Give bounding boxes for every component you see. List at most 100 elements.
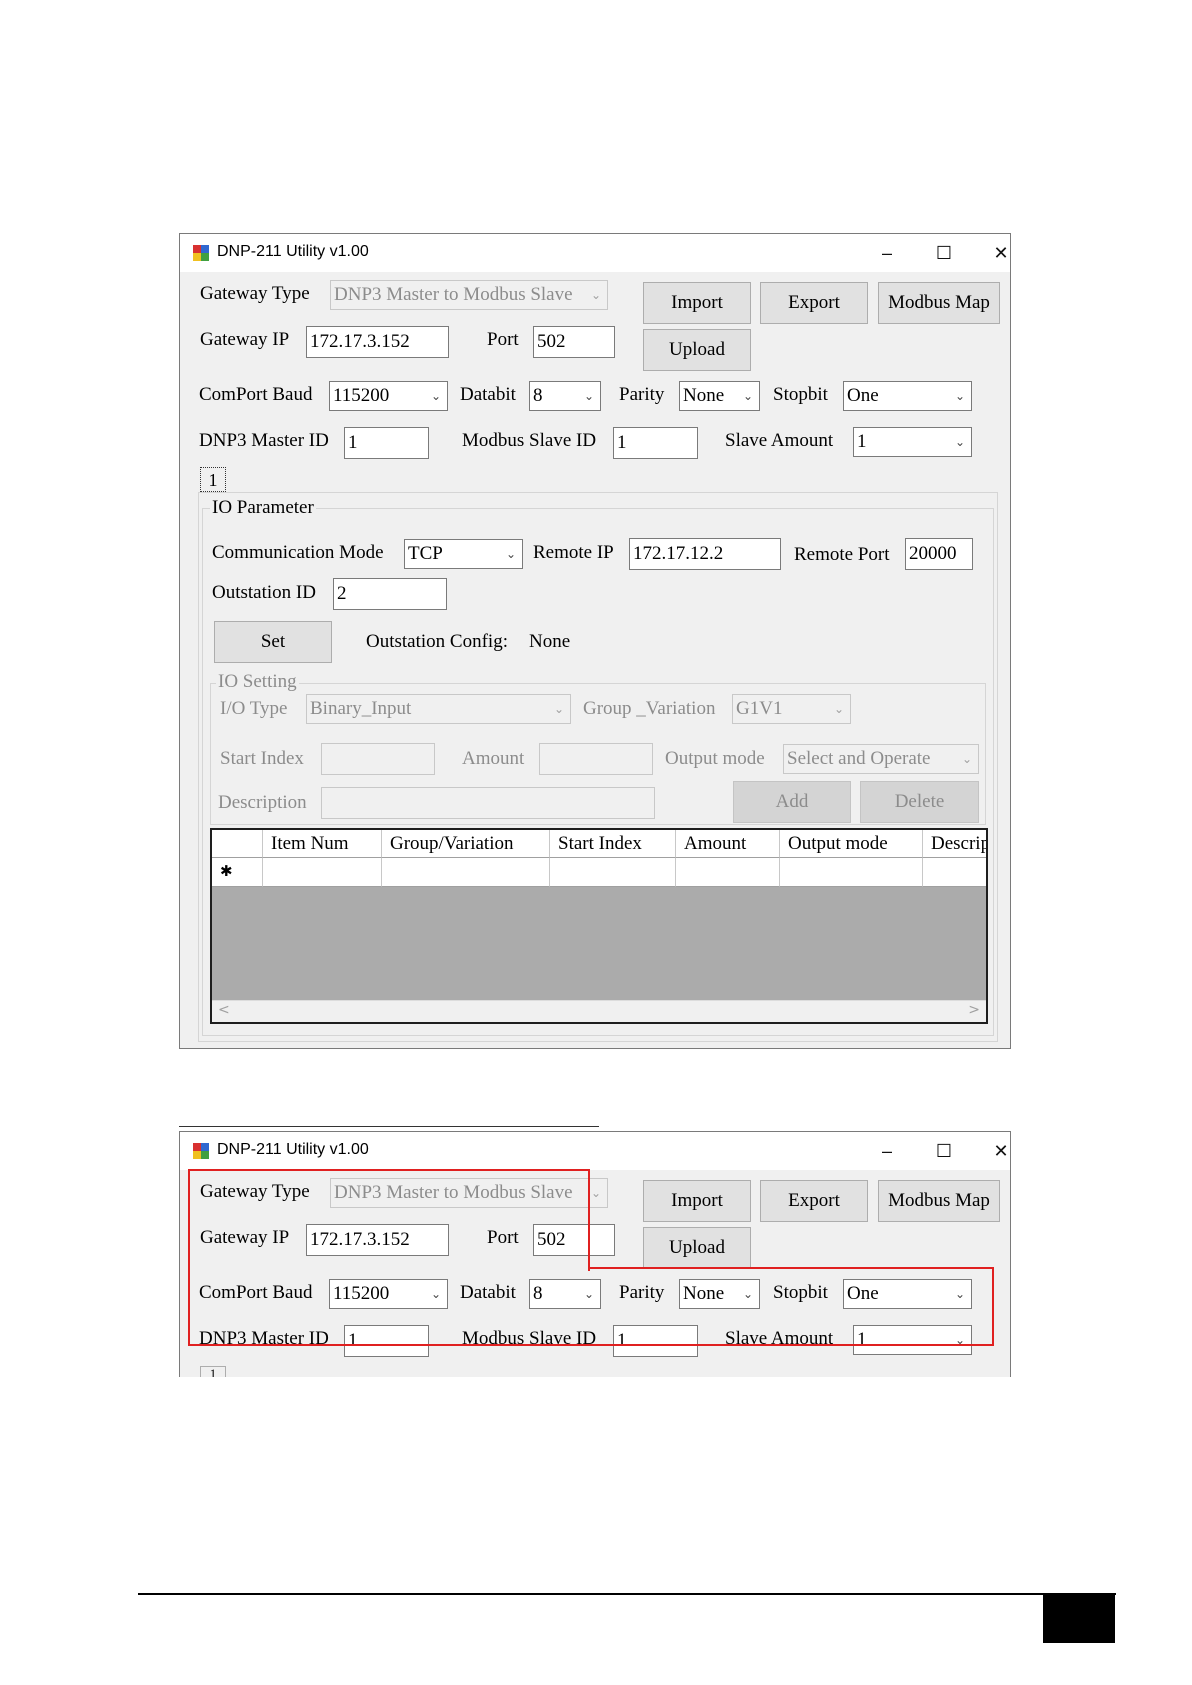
- chevron-down-icon: ⌄: [954, 389, 965, 403]
- gateway-type-select[interactable]: DNP3 Master to Modbus Slave ⌄: [330, 280, 608, 310]
- io-data-grid[interactable]: Item Num Group/Variation Start Index Amo…: [210, 828, 988, 1024]
- port-label: Port: [487, 329, 519, 350]
- scroll-left-icon[interactable]: <: [218, 1002, 230, 1018]
- close-icon[interactable]: ✕: [981, 1138, 1010, 1164]
- outstation-config-value: None: [529, 631, 571, 652]
- slave-amount-value: 1: [857, 431, 867, 452]
- grid-corner-header: [212, 830, 263, 858]
- output-mode-value: Select and Operate: [787, 748, 931, 769]
- io-type-label: I/O Type: [220, 698, 288, 719]
- window-title: DNP-211 Utility v1.00: [217, 1141, 369, 1158]
- table-cell[interactable]: [382, 858, 550, 887]
- column-header-start-index[interactable]: Start Index: [550, 830, 676, 858]
- slave-amount-select[interactable]: 1 ⌄: [853, 427, 972, 457]
- footer-rule: [138, 1593, 1116, 1595]
- table-cell[interactable]: [676, 858, 780, 887]
- group-variation-label: Group _Variation: [583, 698, 716, 719]
- chevron-down-icon: ⌄: [505, 547, 516, 561]
- chevron-down-icon: ⌄: [583, 389, 594, 403]
- delete-button[interactable]: Delete: [860, 781, 979, 823]
- databit-select[interactable]: 8 ⌄: [529, 381, 601, 411]
- highlight-box-cover: [190, 1267, 588, 1269]
- outstation-config-label: Outstation Config:: [366, 631, 508, 652]
- utility-window: DNP-211 Utility v1.00 – ☐ ✕ Gateway Type…: [179, 233, 1011, 1049]
- comport-baud-select[interactable]: 115200 ⌄: [329, 381, 448, 411]
- databit-label: Databit: [460, 384, 516, 405]
- comport-baud-label: ComPort Baud: [199, 384, 313, 405]
- utility-window-cropped: DNP-211 Utility v1.00 – ☐ ✕ Gateway Type…: [179, 1131, 1011, 1377]
- slave-amount-label: Slave Amount: [725, 430, 834, 451]
- tab-slave-1[interactable]: 1: [200, 467, 226, 492]
- minimize-icon[interactable]: –: [867, 240, 907, 266]
- port-field[interactable]: 502: [533, 326, 615, 358]
- table-cell[interactable]: [780, 858, 923, 887]
- chevron-down-icon: ⌄: [590, 288, 601, 302]
- output-mode-select[interactable]: Select and Operate ⌄: [783, 744, 979, 774]
- chevron-down-icon: ⌄: [833, 702, 844, 716]
- outstation-id-label: Outstation ID: [212, 582, 316, 603]
- gateway-ip-field[interactable]: 172.17.3.152: [306, 326, 449, 358]
- description-field[interactable]: [321, 787, 655, 819]
- remote-port-field[interactable]: 20000: [905, 538, 973, 570]
- column-header-item-num[interactable]: Item Num: [263, 830, 382, 858]
- maximize-icon[interactable]: ☐: [924, 240, 964, 266]
- io-type-select[interactable]: Binary_Input ⌄: [306, 694, 571, 724]
- parity-select[interactable]: None ⌄: [679, 381, 760, 411]
- group-variation-value: G1V1: [736, 698, 783, 719]
- io-parameter-title: IO Parameter: [210, 497, 316, 519]
- start-index-field[interactable]: [321, 743, 435, 775]
- outstation-id-field[interactable]: 2: [333, 578, 447, 610]
- table-cell[interactable]: [923, 858, 986, 887]
- minimize-icon[interactable]: –: [867, 1138, 907, 1164]
- modbus-map-button[interactable]: Modbus Map: [878, 1180, 1000, 1222]
- divider: [179, 1126, 599, 1127]
- stopbit-label: Stopbit: [773, 384, 828, 405]
- remote-ip-label: Remote IP: [533, 542, 614, 563]
- export-button[interactable]: Export: [760, 282, 868, 324]
- gateway-type-value: DNP3 Master to Modbus Slave: [334, 284, 573, 305]
- upload-button[interactable]: Upload: [643, 329, 751, 371]
- column-header-output-mode[interactable]: Output mode: [780, 830, 923, 858]
- io-type-value: Binary_Input: [310, 698, 412, 719]
- remote-ip-field[interactable]: 172.17.12.2: [629, 538, 781, 570]
- modbus-map-button[interactable]: Modbus Map: [878, 282, 1000, 324]
- communication-mode-select[interactable]: TCP ⌄: [404, 539, 523, 569]
- highlight-box-bottom: [188, 1267, 994, 1346]
- close-icon[interactable]: ✕: [981, 240, 1010, 266]
- import-button[interactable]: Import: [643, 282, 751, 324]
- chevron-down-icon: ⌄: [742, 389, 753, 403]
- databit-value: 8: [533, 385, 543, 406]
- modbus-slave-id-label: Modbus Slave ID: [462, 430, 597, 451]
- parity-value: None: [683, 385, 725, 406]
- modbus-slave-id-field[interactable]: 1: [613, 427, 698, 459]
- column-header-group-variation[interactable]: Group/Variation: [382, 830, 550, 858]
- io-setting-title: IO Setting: [216, 671, 299, 693]
- export-button[interactable]: Export: [760, 1180, 868, 1222]
- window-title: DNP-211 Utility v1.00: [217, 243, 369, 260]
- column-header-description[interactable]: Descrip: [923, 830, 986, 858]
- tab-slave-1[interactable]: 1: [200, 1366, 226, 1377]
- new-row-marker: ✱: [212, 858, 263, 887]
- remote-port-label: Remote Port: [794, 544, 890, 565]
- amount-field[interactable]: [539, 743, 653, 775]
- app-icon: [193, 245, 209, 261]
- start-index-label: Start Index: [220, 748, 304, 769]
- add-button[interactable]: Add: [733, 781, 851, 823]
- output-mode-label: Output mode: [665, 748, 765, 769]
- table-cell[interactable]: [263, 858, 382, 887]
- dnp3-master-id-field[interactable]: 1: [344, 427, 429, 459]
- scroll-right-icon[interactable]: >: [968, 1002, 980, 1018]
- maximize-icon[interactable]: ☐: [924, 1138, 964, 1164]
- communication-mode-value: TCP: [408, 543, 443, 564]
- dnp3-master-id-label: DNP3 Master ID: [199, 430, 329, 451]
- stopbit-value: One: [847, 385, 879, 406]
- set-button[interactable]: Set: [214, 621, 332, 663]
- table-cell[interactable]: [550, 858, 676, 887]
- group-variation-select[interactable]: G1V1 ⌄: [732, 694, 851, 724]
- upload-button[interactable]: Upload: [643, 1227, 751, 1269]
- stopbit-select[interactable]: One ⌄: [843, 381, 972, 411]
- import-button[interactable]: Import: [643, 1180, 751, 1222]
- column-header-amount[interactable]: Amount: [676, 830, 780, 858]
- horizontal-scrollbar[interactable]: < >: [212, 1000, 986, 1022]
- chevron-down-icon: ⌄: [961, 752, 972, 766]
